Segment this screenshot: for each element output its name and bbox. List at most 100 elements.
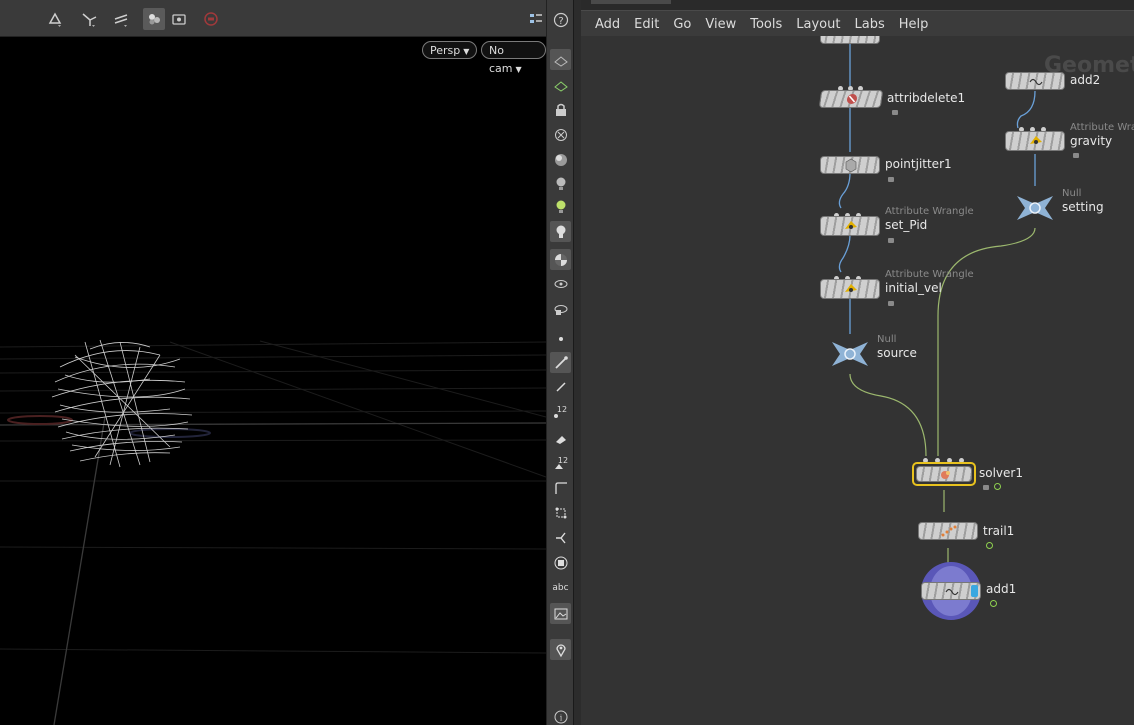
node-label-solver1: solver1 (979, 466, 1023, 480)
wire-display-icon[interactable] (550, 49, 571, 70)
lock-icon[interactable] (983, 485, 989, 490)
display-shelf: ? 12 12 abc i (546, 0, 574, 725)
wrangle-icon (845, 221, 857, 229)
bypass-ring-icon[interactable] (990, 600, 997, 607)
point-icon[interactable] (550, 328, 571, 349)
node-label-setting: setting (1062, 200, 1104, 214)
houdini-window: Persp ▼ No cam ▼ ? 12 12 abc i Add Edit … (0, 0, 1134, 725)
camera-view-label: Persp (430, 44, 461, 57)
vertex-icon[interactable] (550, 502, 571, 523)
pane-tab[interactable] (591, 0, 671, 4)
node-gravity[interactable] (1005, 131, 1065, 151)
snapshot-icon[interactable] (168, 8, 190, 30)
menu-edit[interactable]: Edit (627, 17, 666, 32)
number-points-icon[interactable]: 12 (550, 401, 571, 422)
node-set-pid[interactable] (820, 216, 880, 236)
help-icon[interactable]: ? (550, 9, 571, 30)
svg-text:?: ? (558, 16, 563, 27)
record-icon[interactable] (200, 8, 222, 30)
node-type-initial-vel: Attribute Wrangle (885, 269, 974, 280)
caret-down-icon: ▼ (515, 65, 522, 74)
node-add2[interactable] (1005, 72, 1065, 90)
node-type-source: Null (877, 334, 897, 345)
camera-view-menu[interactable]: Persp ▼ (422, 41, 478, 59)
node-label-gravity: gravity (1070, 134, 1113, 148)
skeleton-icon[interactable] (550, 221, 571, 242)
lock-icon[interactable] (888, 177, 894, 182)
node-initial-vel[interactable] (820, 279, 880, 299)
node-label-add1: add1 (986, 582, 1017, 596)
lock-icon[interactable] (888, 301, 894, 306)
bypass-ring-icon[interactable] (986, 542, 993, 549)
pane-tab-strip (581, 0, 1134, 10)
select-mode-icon[interactable] (44, 8, 66, 30)
cube-icon (845, 158, 857, 173)
node-source[interactable] (828, 336, 872, 372)
node-label-initial-vel: initial_vel (885, 281, 942, 295)
delete-icon (846, 94, 858, 104)
edge-icon[interactable] (550, 376, 571, 397)
node-partial-top[interactable] (820, 36, 880, 44)
node-label-add2: add2 (1070, 73, 1101, 87)
lock-icon[interactable] (550, 99, 571, 120)
normal-icon[interactable] (550, 477, 571, 498)
pin-icon[interactable] (550, 639, 571, 660)
menu-labs[interactable]: Labs (847, 17, 891, 32)
node-label-trail1: trail1 (983, 524, 1015, 538)
solver-node-body (916, 466, 972, 482)
scene-viewport[interactable]: Persp ▼ No cam ▼ (0, 37, 546, 725)
light-icon[interactable] (550, 173, 571, 194)
network-editor[interactable]: Geomet attribdelete1 pointjitter1 Attrib… (581, 36, 1134, 725)
node-setting[interactable] (1013, 190, 1057, 226)
visibility-icon[interactable] (550, 74, 571, 95)
prim-numbers-icon[interactable]: 12 (550, 452, 571, 473)
render-icon[interactable] (550, 298, 571, 319)
menu-layout[interactable]: Layout (789, 17, 847, 32)
node-trail1[interactable] (918, 522, 978, 540)
paint-icon[interactable] (550, 427, 571, 448)
move-tool-icon[interactable] (78, 8, 100, 30)
wrangle-icon (845, 284, 857, 292)
null-node-icon (1017, 196, 1053, 220)
text-icon[interactable]: abc (550, 577, 571, 598)
ghost-icon[interactable] (550, 124, 571, 145)
camera-select-menu[interactable]: No cam ▼ (481, 41, 546, 75)
node-label-pointjitter1: pointjitter1 (885, 157, 952, 171)
trail-icon (941, 525, 957, 537)
display-flag-icon[interactable] (971, 585, 978, 597)
handle-tool-icon[interactable] (110, 8, 132, 30)
texture-icon[interactable] (550, 249, 571, 270)
menu-go[interactable]: Go (666, 17, 698, 32)
node-type-setting: Null (1062, 188, 1082, 199)
node-add1[interactable] (921, 582, 981, 600)
solver-icon (941, 471, 950, 479)
wrangle-icon (1030, 136, 1042, 144)
bounding-box-icon[interactable] (550, 552, 571, 573)
info-icon[interactable]: i (550, 706, 571, 725)
viewport-toolbar (0, 0, 546, 37)
node-label-set-pid: set_Pid (885, 218, 928, 232)
menu-view[interactable]: View (698, 17, 743, 32)
text-label: abc (552, 582, 569, 593)
menu-help[interactable]: Help (892, 17, 936, 32)
lock-icon[interactable] (892, 110, 898, 115)
select-icon[interactable] (550, 527, 571, 548)
camera-icon[interactable] (550, 273, 571, 294)
display-options-icon[interactable] (143, 8, 165, 30)
shading-icon[interactable] (550, 149, 571, 170)
lock-icon[interactable] (888, 238, 894, 243)
number-label: 12 (557, 456, 567, 465)
number-label: 12 (556, 405, 566, 414)
node-solver1[interactable] (912, 462, 976, 486)
bypass-ring-icon[interactable] (994, 483, 1001, 490)
lock-icon[interactable] (1073, 153, 1079, 158)
menu-add[interactable]: Add (581, 17, 627, 32)
node-label-source: source (877, 346, 917, 360)
display-settings-icon[interactable] (525, 8, 547, 30)
brush-icon[interactable] (550, 352, 571, 373)
image-icon[interactable] (550, 603, 571, 624)
node-attribdelete1[interactable] (818, 90, 884, 108)
menu-tools[interactable]: Tools (743, 17, 789, 32)
headlight-icon[interactable] (550, 196, 571, 217)
node-pointjitter1[interactable] (820, 156, 880, 174)
